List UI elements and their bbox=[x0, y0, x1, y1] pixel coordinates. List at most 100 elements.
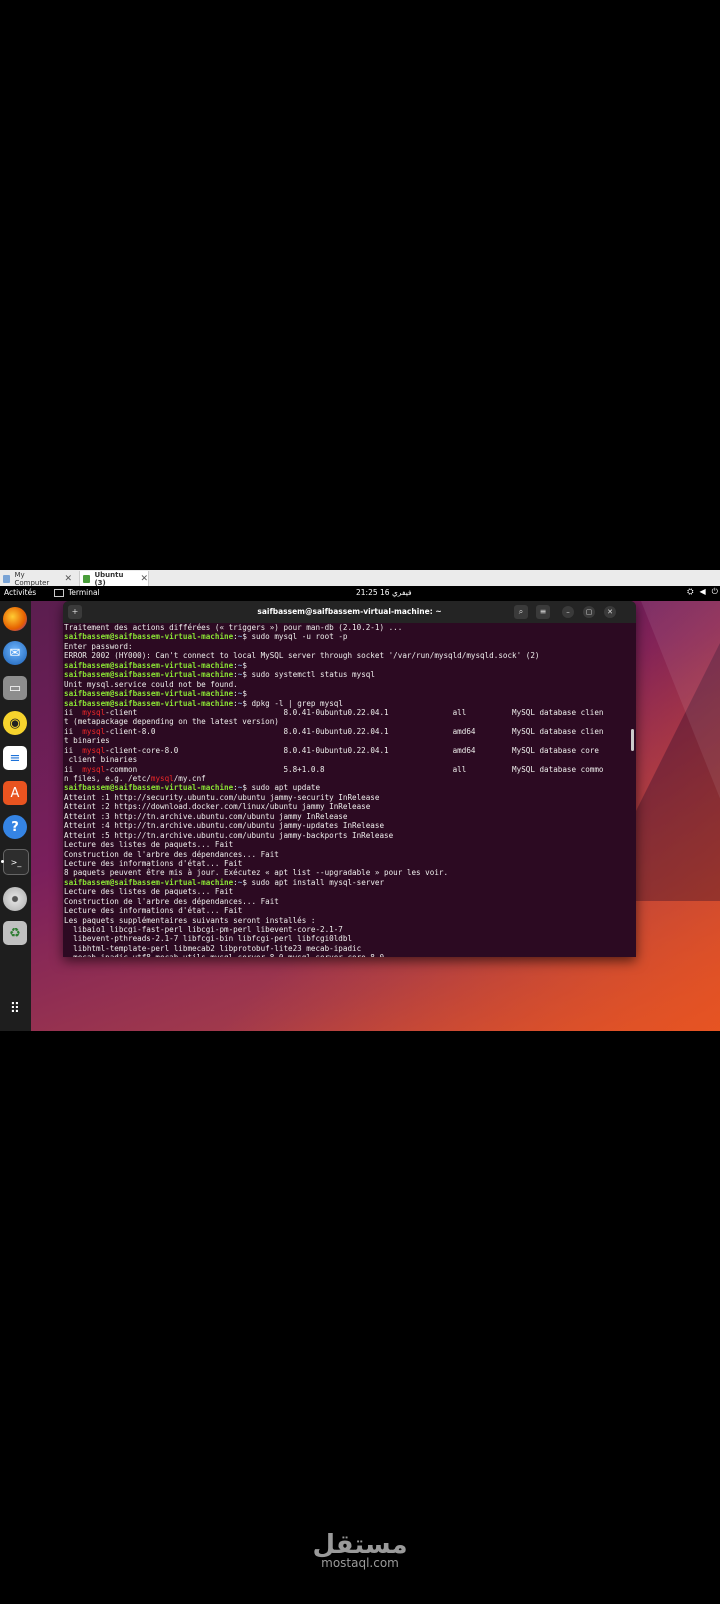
software-icon[interactable]: A bbox=[3, 781, 27, 805]
output-line: Atteint :4 http://tn.archive.ubuntu.com/… bbox=[63, 821, 629, 830]
output-line: Lecture des informations d'état... Fait bbox=[63, 859, 629, 868]
prompt-line: saifbassem@saifbassem-virtual-machine:~$… bbox=[63, 699, 629, 708]
prompt-user: saifbassem@saifbassem-virtual-machine bbox=[64, 877, 234, 887]
prompt-line: saifbassem@saifbassem-virtual-machine:~$… bbox=[63, 670, 629, 679]
output-text: /my.cnf bbox=[173, 774, 206, 783]
prompt-line: saifbassem@saifbassem-virtual-machine:~$… bbox=[63, 632, 629, 641]
output-text: t binaries bbox=[64, 736, 110, 746]
help-icon[interactable]: ? bbox=[3, 815, 27, 839]
output-text: libaio1 libcgi-fast-perl libcgi-pm-perl … bbox=[64, 925, 343, 934]
terminal-output[interactable]: Traitement des actions différées (« trig… bbox=[63, 623, 629, 957]
trash-icon[interactable]: ♻ bbox=[3, 921, 27, 945]
output-line: ii mysql-client-8.0 8.0.41-0ubuntu0.22.0… bbox=[63, 727, 629, 736]
output-line: Lecture des listes de paquets... Fait bbox=[63, 840, 629, 849]
terminal-icon bbox=[54, 588, 64, 597]
running-indicator bbox=[1, 860, 4, 863]
minimize-icon[interactable]: – bbox=[562, 606, 574, 618]
output-text: -client 8.0.41-0ubuntu0.22.04.1 all MySQ… bbox=[105, 707, 604, 717]
output-text: -common 5.8+1.0.8 all MySQL database com… bbox=[105, 764, 604, 774]
output-text: -client-8.0 8.0.41-0ubuntu0.22.04.1 amd6… bbox=[105, 726, 604, 736]
app-menu[interactable]: Terminal bbox=[54, 588, 100, 597]
output-text: Atteint :4 http://tn.archive.ubuntu.com/… bbox=[64, 821, 385, 831]
terminal-icon[interactable]: >_ bbox=[3, 849, 29, 875]
output-line: Atteint :5 http://tn.archive.ubuntu.com/… bbox=[63, 831, 629, 840]
output-text: t (metapackage depending on the latest v… bbox=[64, 717, 279, 727]
output-text: libevent-pthreads-2.1-7 libfcgi-bin libf… bbox=[64, 934, 353, 944]
output-text: ii bbox=[64, 764, 83, 774]
output-text: Atteint :5 http://tn.archive.ubuntu.com/… bbox=[64, 830, 394, 840]
computer-icon bbox=[3, 574, 11, 583]
search-icon[interactable]: ⌕ bbox=[514, 605, 528, 619]
output-line: ERROR 2002 (HY000): Can't connect to loc… bbox=[63, 651, 629, 660]
output-line: Construction de l'arbre des dépendances.… bbox=[63, 850, 629, 859]
show-apps-icon[interactable]: ⠿ bbox=[3, 997, 27, 1021]
output-text: -client-core-8.0 8.0.41-0ubuntu0.22.04.1… bbox=[105, 745, 599, 755]
grep-match: mysql bbox=[82, 707, 106, 717]
output-line: ii mysql-client-core-8.0 8.0.41-0ubuntu0… bbox=[63, 746, 629, 755]
command-text: $ sudo mysql -u root -p bbox=[242, 632, 348, 642]
output-text: Enter password: bbox=[64, 641, 133, 651]
thunderbird-icon[interactable]: ✉ bbox=[3, 641, 27, 665]
output-text: Construction de l'arbre des dépendances.… bbox=[64, 849, 279, 859]
output-line: Les paquets supplémentaires suivants ser… bbox=[63, 916, 629, 925]
output-line: t binaries bbox=[63, 736, 629, 745]
menu-icon[interactable]: ≡ bbox=[536, 605, 550, 619]
output-text: Construction de l'arbre des dépendances.… bbox=[64, 896, 279, 906]
close-icon[interactable]: ✕ bbox=[604, 606, 616, 618]
output-line: t (metapackage depending on the latest v… bbox=[63, 717, 629, 726]
vm-tab-my-computer[interactable]: My Computer ✕ bbox=[0, 570, 72, 587]
prompt-user: saifbassem@saifbassem-virtual-machine bbox=[64, 689, 234, 699]
output-text: libhtml-template-perl libmecab2 libproto… bbox=[64, 943, 362, 953]
vm-tab-ubuntu[interactable]: Ubuntu (3) ✕ bbox=[79, 571, 149, 587]
firefox-icon[interactable] bbox=[3, 607, 27, 631]
power-icon: ⏻ bbox=[711, 587, 718, 596]
close-icon[interactable]: ✕ bbox=[140, 574, 148, 584]
files-icon[interactable]: ▭ bbox=[3, 676, 27, 700]
output-text: Atteint :3 http://tn.archive.ubuntu.com/… bbox=[64, 811, 348, 821]
output-text: Atteint :1 http://security.ubuntu.com/ub… bbox=[64, 792, 380, 802]
grep-match: mysql bbox=[150, 774, 174, 783]
output-text: client binaries bbox=[64, 755, 138, 765]
prompt-user: saifbassem@saifbassem-virtual-machine bbox=[64, 660, 234, 670]
output-text: Traitement des actions différées (« trig… bbox=[64, 623, 403, 632]
activities-button[interactable]: Activités bbox=[4, 588, 36, 597]
terminal-title: saifbassem@saifbassem-virtual-machine: ~ bbox=[257, 607, 442, 616]
rhythmbox-icon[interactable]: ◉ bbox=[3, 711, 27, 735]
terminal-window[interactable]: + saifbassem@saifbassem-virtual-machine:… bbox=[63, 601, 636, 957]
grep-match: mysql bbox=[82, 745, 106, 755]
scrollbar[interactable] bbox=[631, 729, 634, 751]
system-menu[interactable]: ⛭ ◀ ⏻ bbox=[687, 587, 718, 597]
prompt-line: saifbassem@saifbassem-virtual-machine:~$… bbox=[63, 878, 629, 887]
output-line: Lecture des listes de paquets... Fait bbox=[63, 887, 629, 896]
vm-tab-strip: My Computer ✕ Ubuntu (3) ✕ bbox=[0, 570, 720, 587]
vm-tab-label: My Computer bbox=[14, 570, 50, 587]
app-menu-label: Terminal bbox=[68, 588, 100, 597]
output-text: Atteint :2 https://download.docker.com/l… bbox=[64, 802, 371, 812]
dvd-icon[interactable] bbox=[3, 887, 27, 911]
output-line: libaio1 libcgi-fast-perl libcgi-pm-perl … bbox=[63, 925, 629, 934]
output-line: Construction de l'arbre des dépendances.… bbox=[63, 897, 629, 906]
prompt-user: saifbassem@saifbassem-virtual-machine bbox=[64, 670, 234, 680]
command-text: $ bbox=[242, 660, 252, 670]
volume-icon: ◀ bbox=[699, 587, 706, 596]
clock[interactable]: 21:25 16 فيفري bbox=[356, 588, 412, 597]
output-text: Lecture des informations d'état... Fait bbox=[64, 906, 243, 916]
output-line: Unit mysql.service could not be found. bbox=[63, 680, 629, 689]
command-text: $ dpkg -l | grep mysql bbox=[242, 698, 343, 708]
output-line: Lecture des informations d'état... Fait bbox=[63, 906, 629, 915]
output-text: Lecture des listes de paquets... Fait bbox=[64, 840, 234, 850]
terminal-header-bar[interactable]: + saifbassem@saifbassem-virtual-machine:… bbox=[63, 601, 636, 623]
output-line: ii mysql-common 5.8+1.0.8 all MySQL data… bbox=[63, 765, 629, 774]
output-text: ii bbox=[64, 707, 83, 717]
prompt-user: saifbassem@saifbassem-virtual-machine bbox=[64, 632, 234, 642]
writer-icon[interactable]: ≡ bbox=[3, 746, 27, 770]
output-line: Enter password: bbox=[63, 642, 629, 651]
wallpaper-shape bbox=[641, 601, 720, 801]
output-line: Atteint :3 http://tn.archive.ubuntu.com/… bbox=[63, 812, 629, 821]
output-text: n files, e.g. /etc/ bbox=[64, 774, 151, 783]
maximize-icon[interactable]: ▢ bbox=[583, 606, 595, 618]
output-line: Atteint :1 http://security.ubuntu.com/ub… bbox=[63, 793, 629, 802]
prompt-user: saifbassem@saifbassem-virtual-machine bbox=[64, 698, 234, 708]
output-line: Traitement des actions différées (« trig… bbox=[63, 623, 629, 632]
close-icon[interactable]: ✕ bbox=[64, 574, 72, 584]
